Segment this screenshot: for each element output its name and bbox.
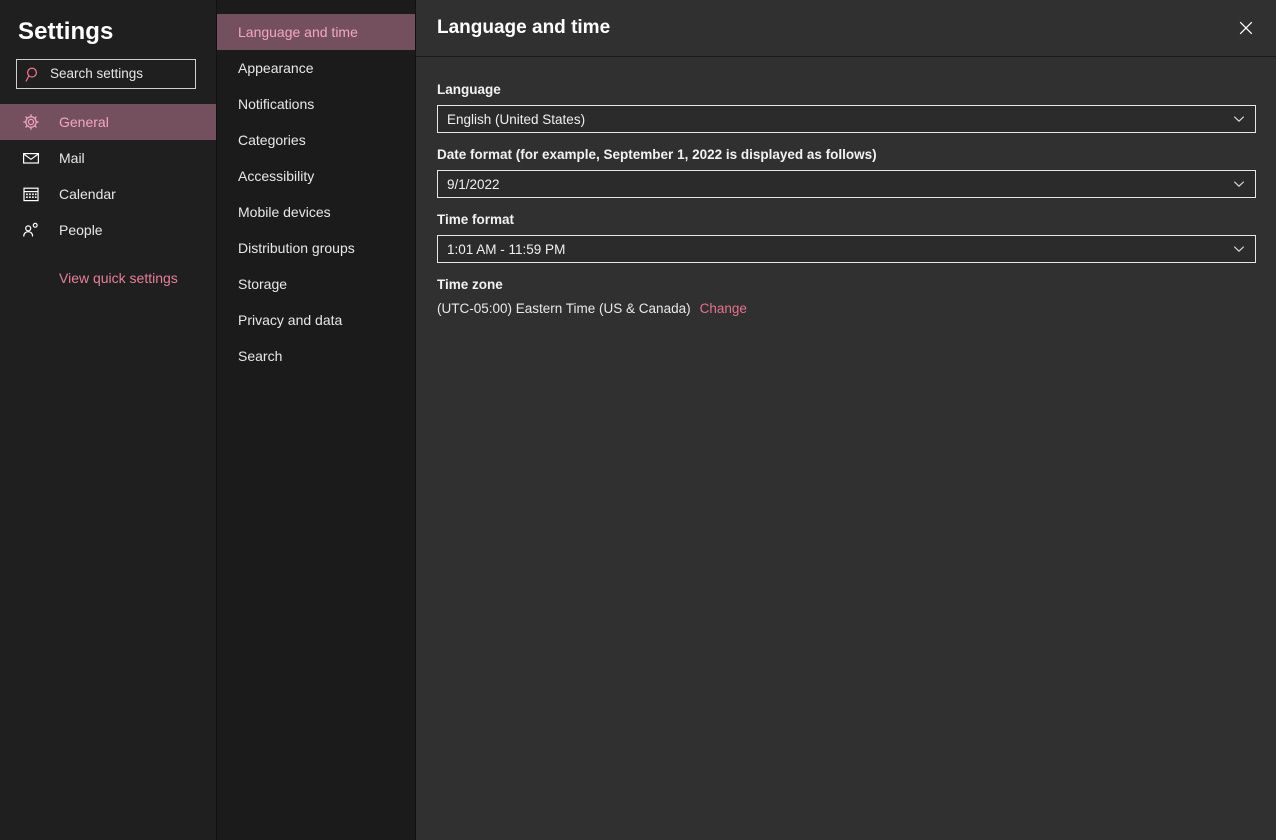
page-title: Settings <box>18 18 114 45</box>
time-zone-row: (UTC-05:00) Eastern Time (US & Canada) C… <box>437 300 1256 318</box>
time-zone-value: (UTC-05:00) Eastern Time (US & Canada) <box>437 301 691 316</box>
calendar-icon <box>22 185 40 203</box>
chevron-down-icon <box>1232 177 1246 191</box>
settings-form: Language English (United States) Date fo… <box>416 57 1276 318</box>
sidebar-item-calendar[interactable]: Calendar <box>0 176 216 212</box>
subnav-item-mobile-devices[interactable]: Mobile devices <box>217 194 415 230</box>
sidebar-item-mail[interactable]: Mail <box>0 140 216 176</box>
subnav-item-privacy-and-data[interactable]: Privacy and data <box>217 302 415 338</box>
person-icon <box>22 221 40 239</box>
language-label: Language <box>437 82 501 97</box>
sidebar-item-label: Calendar <box>59 186 116 202</box>
sidebar-item-general[interactable]: General <box>0 104 216 140</box>
subnav-item-categories[interactable]: Categories <box>217 122 415 158</box>
sidebar-item-label: General <box>59 114 109 130</box>
sidebar: Settings Search settings General Mail Ca… <box>0 0 216 840</box>
sidebar-nav: General Mail Calendar People <box>0 104 216 248</box>
time-zone-label: Time zone <box>437 277 503 292</box>
search-input[interactable]: Search settings <box>16 59 196 89</box>
view-quick-settings-link[interactable]: View quick settings <box>0 269 216 287</box>
sidebar-item-label: People <box>59 222 103 238</box>
main-header: Language and time <box>416 0 1276 57</box>
time-zone-change-link[interactable]: Change <box>700 300 747 318</box>
search-placeholder: Search settings <box>50 66 144 81</box>
subnav-item-search[interactable]: Search <box>217 338 415 374</box>
subnav-item-distribution-groups[interactable]: Distribution groups <box>217 230 415 266</box>
main-title: Language and time <box>437 17 611 38</box>
date-format-select[interactable]: 9/1/2022 <box>437 170 1256 198</box>
subnav-item-storage[interactable]: Storage <box>217 266 415 302</box>
gear-icon <box>22 113 40 131</box>
time-format-label: Time format <box>437 212 515 227</box>
sidebar-item-label: Mail <box>59 150 85 166</box>
chevron-down-icon <box>1232 112 1246 126</box>
language-value: English (United States) <box>447 111 586 127</box>
close-icon[interactable] <box>1230 12 1262 44</box>
date-format-value: 9/1/2022 <box>447 176 500 192</box>
main-content: Language and time Language English (Unit… <box>416 0 1276 840</box>
chevron-down-icon <box>1232 242 1246 256</box>
subnav-item-accessibility[interactable]: Accessibility <box>217 158 415 194</box>
date-format-label: Date format (for example, September 1, 2… <box>437 147 877 162</box>
subnav-item-language-and-time[interactable]: Language and time <box>217 14 415 50</box>
time-format-value: 1:01 AM - 11:59 PM <box>447 241 566 257</box>
sidebar-item-people[interactable]: People <box>0 212 216 248</box>
settings-subnav: Language and time Appearance Notificatio… <box>216 0 416 840</box>
language-select[interactable]: English (United States) <box>437 105 1256 133</box>
subnav-item-notifications[interactable]: Notifications <box>217 86 415 122</box>
settings-window: Settings Search settings General Mail Ca… <box>0 0 1276 840</box>
envelope-icon <box>22 149 40 167</box>
time-format-select[interactable]: 1:01 AM - 11:59 PM <box>437 235 1256 263</box>
subnav-item-appearance[interactable]: Appearance <box>217 50 415 86</box>
search-icon <box>25 66 42 83</box>
